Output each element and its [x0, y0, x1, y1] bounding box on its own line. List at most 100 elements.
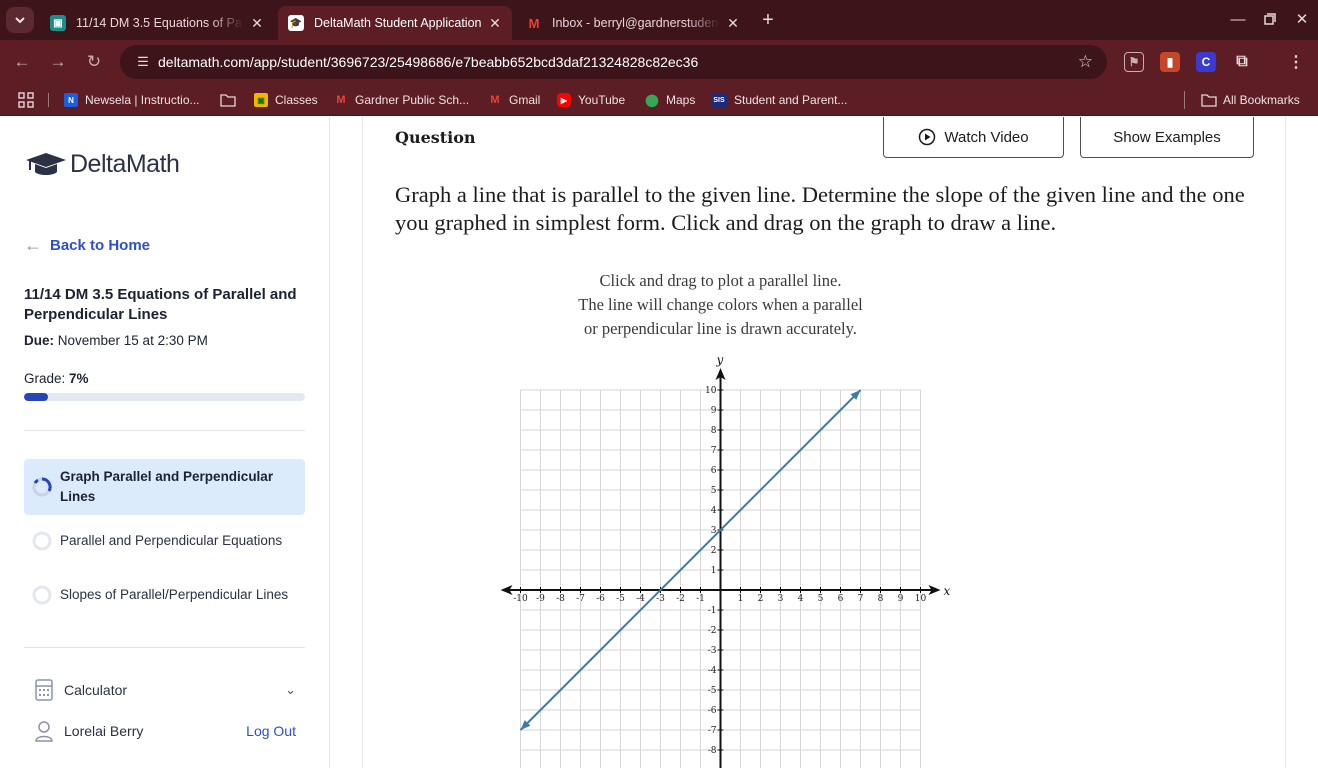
- logo-text: DeltaMath: [70, 150, 180, 178]
- graduation-cap-icon: [26, 152, 66, 175]
- y-tick-label: 8: [711, 426, 717, 436]
- divider: [24, 430, 305, 431]
- reload-icon[interactable]: ↻: [82, 50, 106, 74]
- y-tick-label: 4: [711, 506, 717, 516]
- extension-icon[interactable]: C: [1196, 52, 1216, 72]
- restore-icon[interactable]: [1254, 6, 1286, 32]
- assignment-title: 11/14 DM 3.5 Equations of Parallel and P…: [24, 286, 297, 323]
- grade-value: 7%: [69, 371, 89, 386]
- bookmark-item[interactable]: M Gardner Public Sch...: [334, 91, 469, 109]
- forward-arrow-icon[interactable]: →: [46, 50, 70, 74]
- user-icon: [35, 721, 53, 742]
- x-tick-label: 2: [758, 594, 764, 604]
- classroom-icon: ▣: [254, 93, 268, 107]
- sis-icon: SIS: [711, 93, 727, 107]
- close-window-icon[interactable]: ✕: [1286, 6, 1318, 32]
- bookmark-label: Classes: [275, 93, 318, 107]
- chevron-down-icon: ⌄: [285, 682, 296, 697]
- bookmark-folder[interactable]: [220, 91, 236, 109]
- tab-title: DeltaMath Student Application: [314, 16, 482, 30]
- y-tick-label: -8: [708, 746, 717, 756]
- close-icon[interactable]: ✕: [724, 14, 742, 32]
- bookmark-item[interactable]: M Gmail: [488, 91, 540, 109]
- bookmark-star-icon[interactable]: ☆: [1078, 52, 1093, 72]
- calculator-label: Calculator: [64, 682, 128, 698]
- x-tick-label: -10: [513, 594, 528, 604]
- extension-icon[interactable]: ▮: [1160, 52, 1180, 72]
- gmail-icon: M: [528, 15, 540, 31]
- bookmark-label: Student and Parent...: [734, 93, 848, 107]
- skill-item-parallel-equations[interactable]: Parallel and Perpendicular Equations: [24, 531, 305, 551]
- bookmark-item[interactable]: ⬤ Maps: [645, 91, 695, 109]
- puzzle-icon[interactable]: ⧉: [1232, 52, 1252, 72]
- browser-tab[interactable]: ▣ 11/14 DM 3.5 Equations of Pa ✕: [40, 6, 274, 40]
- y-tick-label: 7: [711, 446, 717, 456]
- question-panel: Question Watch Video Show Examples Graph…: [362, 117, 1286, 768]
- x-tick-label: -4: [636, 594, 645, 604]
- tab-search-button[interactable]: [6, 7, 34, 33]
- grade-progress-bar: [24, 393, 305, 401]
- y-tick-label: -7: [708, 726, 717, 736]
- browser-tab[interactable]: M Inbox - berryl@gardnerstudents ✕: [516, 6, 750, 40]
- grade-progress-fill: [24, 393, 48, 401]
- bookmark-item[interactable]: N Newsela | Instructio...: [64, 91, 200, 109]
- due-value: November 15 at 2:30 PM: [57, 333, 208, 348]
- extension-icon[interactable]: ⚑: [1124, 52, 1144, 72]
- progress-ring-icon: [32, 477, 52, 497]
- grade-label: Grade:: [24, 371, 66, 386]
- bookmark-item[interactable]: ▶ YouTube: [557, 91, 625, 109]
- skill-item-graph-parallel[interactable]: Graph Parallel and Perpendicular Lines: [24, 459, 305, 515]
- close-icon[interactable]: ✕: [248, 14, 266, 32]
- x-tick-label: 4: [798, 594, 804, 604]
- back-to-home-link[interactable]: ← Back to Home: [24, 235, 150, 256]
- back-arrow-icon[interactable]: ←: [10, 50, 34, 74]
- kebab-menu-icon[interactable]: ⋮: [1286, 52, 1306, 72]
- x-tick-label: 1: [738, 594, 744, 604]
- back-link-label: Back to Home: [50, 237, 151, 254]
- bookmark-item[interactable]: SIS Student and Parent...: [711, 91, 847, 109]
- skill-label: Slopes of Parallel/Perpendicular Lines: [60, 587, 289, 602]
- x-tick-label: 10: [915, 594, 927, 604]
- x-tick-label: 9: [898, 594, 904, 604]
- bookmark-label: Gardner Public Sch...: [355, 93, 470, 107]
- due-date: Due: November 15 at 2:30 PM: [24, 333, 208, 348]
- new-tab-button[interactable]: +: [756, 8, 780, 32]
- logout-link[interactable]: Log Out: [246, 723, 296, 739]
- x-tick-label: -7: [576, 594, 585, 604]
- all-bookmarks-button[interactable]: All Bookmarks: [1184, 91, 1300, 109]
- given-line: [519, 389, 862, 731]
- arrow-left-icon: ←: [24, 235, 42, 255]
- y-tick-label: 10: [705, 386, 717, 396]
- y-tick-label: 2: [711, 546, 717, 556]
- bookmark-label: YouTube: [578, 93, 626, 107]
- y-tick-label: 6: [711, 466, 717, 476]
- coordinate-graph[interactable]: x y -10 -9 -8 -7 -6 -5 -4 -3 -2 -1 1 2 3 4 5 6 7 8 9 10 10 9 8 7 6…: [363, 117, 1287, 768]
- bookmark-item[interactable]: ▣ Classes: [254, 91, 318, 109]
- x-tick-label: 5: [818, 594, 824, 604]
- x-tick-label: -8: [556, 594, 565, 604]
- close-icon[interactable]: ✕: [486, 14, 504, 32]
- y-tick-label: -6: [708, 706, 717, 716]
- apps-grid-icon[interactable]: [18, 91, 34, 109]
- skill-label: Parallel and Perpendicular Equations: [60, 533, 283, 548]
- bookmark-label: Gmail: [509, 93, 541, 107]
- browser-tab-active[interactable]: 🎓 DeltaMath Student Application ✕: [278, 6, 512, 40]
- newsela-icon: N: [64, 93, 78, 107]
- address-bar[interactable]: ☰ deltamath.com/app/student/3696723/2549…: [120, 45, 1107, 79]
- y-tick-label: 1: [711, 566, 717, 576]
- calculator-toggle[interactable]: Calculator ⌄: [34, 679, 296, 701]
- page: DeltaMath ← Back to Home 11/14 DM 3.5 Eq…: [0, 117, 1318, 768]
- url-text[interactable]: deltamath.com/app/student/3696723/254986…: [158, 54, 698, 70]
- skill-label: Graph Parallel and Perpendicular Lines: [60, 469, 274, 504]
- all-bookmarks-label: All Bookmarks: [1223, 93, 1300, 107]
- x-axis-label: x: [944, 584, 951, 598]
- x-tick-label: -9: [536, 594, 545, 604]
- y-tick-label: -4: [708, 666, 717, 676]
- folder-icon: [1201, 94, 1217, 107]
- site-info-icon[interactable]: ☰: [128, 54, 158, 70]
- youtube-icon: ▶: [557, 93, 571, 107]
- minimize-icon[interactable]: —: [1222, 6, 1254, 32]
- skill-item-slopes[interactable]: Slopes of Parallel/Perpendicular Lines: [24, 575, 305, 615]
- deltamath-logo[interactable]: DeltaMath: [24, 150, 180, 179]
- gmail-icon: M: [336, 94, 346, 106]
